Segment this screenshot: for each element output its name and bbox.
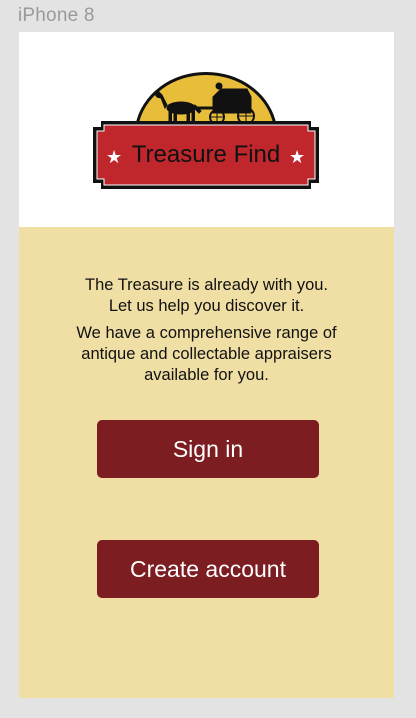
intro-tagline: The Treasure is already with you. Let us…	[19, 275, 394, 317]
intro-description: We have a comprehensive range of antique…	[19, 323, 394, 386]
intro-line-4: antique and collectable appraisers	[81, 345, 332, 363]
sign-in-button[interactable]: Sign in	[97, 420, 319, 478]
create-account-button[interactable]: Create account	[97, 540, 319, 598]
intro-line-5: available for you.	[144, 366, 269, 384]
treasure-find-logo: ★ Treasure Find ★	[93, 72, 319, 189]
star-icon-left: ★	[106, 147, 122, 167]
star-icon-right: ★	[289, 147, 305, 167]
device-frame-label: iPhone 8	[18, 5, 95, 26]
logo-header: ★ Treasure Find ★	[19, 32, 394, 227]
intro-line-2: Let us help you discover it.	[108, 297, 305, 315]
logo-text: Treasure Find	[132, 141, 281, 168]
intro-line-1: The Treasure is already with you.	[84, 276, 329, 294]
intro-line-3: We have a comprehensive range of	[76, 324, 337, 342]
app-screen: ★ Treasure Find ★ The Treasure is alread…	[19, 32, 394, 698]
